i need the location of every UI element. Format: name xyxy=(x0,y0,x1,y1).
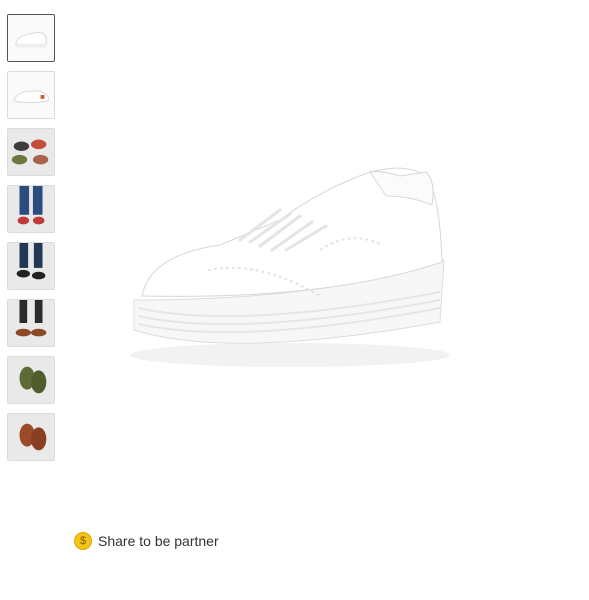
share-label: Share to be partner xyxy=(98,533,219,549)
model-thumbnail-image xyxy=(8,243,54,289)
thumbnail-white-sneaker-side[interactable] xyxy=(7,14,55,62)
model-thumbnail-image xyxy=(8,300,54,346)
white-sneaker-illustration xyxy=(80,0,568,500)
shoes-thumbnail-image xyxy=(8,414,54,460)
thumbnail-brown-shoes[interactable] xyxy=(7,413,55,461)
thumbnail-color-variants-grid[interactable] xyxy=(7,128,55,176)
sneaker-thumbnail-image xyxy=(8,15,54,61)
share-to-be-partner-link[interactable]: $ Share to be partner xyxy=(74,532,219,550)
thumbnail-model-brown-shoes[interactable] xyxy=(7,299,55,347)
main-product-image xyxy=(80,0,568,500)
thumbnail-model-wearing-jeans[interactable] xyxy=(7,185,55,233)
thumbnail-white-sneaker-top[interactable] xyxy=(7,71,55,119)
sneaker-thumbnail-image xyxy=(8,72,54,118)
variants-thumbnail-image xyxy=(8,129,54,175)
thumbnail-model-black-shoes[interactable] xyxy=(7,242,55,290)
model-thumbnail-image xyxy=(8,186,54,232)
coin-icon: $ xyxy=(74,532,92,550)
thumbnail-list xyxy=(7,14,57,470)
thumbnail-green-shoes[interactable] xyxy=(7,356,55,404)
shoes-thumbnail-image xyxy=(8,357,54,403)
